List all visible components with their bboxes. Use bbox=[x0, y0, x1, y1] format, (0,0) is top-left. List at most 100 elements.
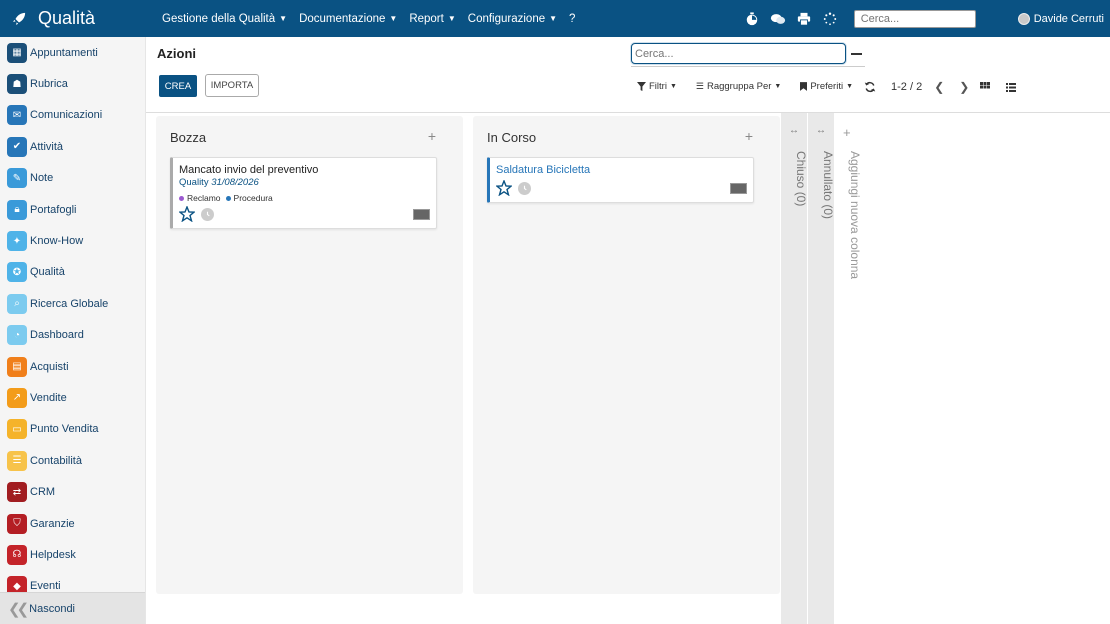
sidebar-item-comunicazioni[interactable]: ✉ Comunicazioni bbox=[0, 100, 145, 131]
contacts-icon: ☗ bbox=[7, 74, 27, 95]
sidebar-item-qualit[interactable]: ✪ Qualità bbox=[0, 257, 145, 288]
chart-icon: ↗ bbox=[7, 387, 27, 408]
caret-down-icon: ▼ bbox=[279, 14, 288, 23]
dashboard-icon: ◔ bbox=[7, 325, 27, 346]
folded-column-annullato[interactable]: ↔ Annullato (0) bbox=[808, 113, 835, 624]
sidebar-item-ricerca-globale[interactable]: ⌕ Ricerca Globale bbox=[0, 288, 145, 319]
import-button[interactable]: IMPORTA bbox=[205, 74, 259, 97]
sidebar-item-label: Note bbox=[30, 172, 54, 185]
breadcrumb: Azioni bbox=[157, 46, 196, 61]
kanban-column-bozza: Bozza + Mancato invio del preventivo Qua… bbox=[156, 116, 463, 594]
plus-icon[interactable]: + bbox=[843, 125, 851, 140]
menu-gestione-qualita[interactable]: Gestione della Qualità ▼ bbox=[162, 13, 287, 25]
printer-icon[interactable] bbox=[796, 11, 812, 27]
rocket-icon bbox=[12, 12, 26, 25]
sidebar-item-portafogli[interactable]: 🔒︎ Portafogli bbox=[0, 194, 145, 225]
sidebar-item-label: Garanzie bbox=[30, 517, 75, 530]
pager-value[interactable]: 1-2 / 2 bbox=[891, 81, 922, 93]
star-icon[interactable] bbox=[496, 180, 512, 196]
handshake-icon: ⇄ bbox=[7, 482, 27, 503]
shield-icon: ⛉ bbox=[7, 513, 27, 534]
control-panel: Azioni CREA IMPORTA Filtri ▼ ☰ Raggruppa… bbox=[146, 37, 1110, 113]
headset-icon: ☊ bbox=[7, 544, 27, 565]
search-collapse-icon[interactable] bbox=[851, 53, 862, 55]
filters-dropdown[interactable]: Filtri ▼ bbox=[637, 81, 677, 92]
search-input[interactable] bbox=[631, 43, 846, 64]
sidebar-item-garanzie[interactable]: ⛉ Garanzie bbox=[0, 508, 145, 539]
brand[interactable]: Qualità bbox=[0, 8, 150, 29]
sidebar-item-know-how[interactable]: ✦ Know-How bbox=[0, 225, 145, 256]
tag: Reclamo bbox=[179, 193, 221, 203]
list-icon: ☰ bbox=[695, 81, 704, 91]
kanban-card[interactable]: Mancato invio del preventivo Quality 31/… bbox=[170, 157, 437, 229]
add-column[interactable]: + Aggiungi nuova colonna bbox=[835, 113, 1110, 624]
expand-icon[interactable]: ↔ bbox=[816, 125, 826, 136]
clock-icon[interactable] bbox=[201, 207, 214, 221]
user-menu[interactable]: Davide Cerruti bbox=[1017, 12, 1104, 25]
expand-icon[interactable]: ↔ bbox=[789, 125, 799, 136]
sidebar-item-note[interactable]: ✎ Note bbox=[0, 163, 145, 194]
tag: Procedura bbox=[225, 193, 273, 203]
column-title: Bozza bbox=[170, 130, 207, 145]
menu-configurazione[interactable]: Configurazione ▼ bbox=[468, 13, 557, 25]
kanban-card[interactable]: Saldatura Bicicletta bbox=[487, 157, 754, 203]
chevron-left-icon[interactable]: ❮ bbox=[934, 80, 944, 94]
spinner-icon bbox=[822, 11, 838, 27]
chevron-right-icon[interactable]: ❯ bbox=[959, 80, 969, 94]
bookmark-icon bbox=[800, 82, 808, 91]
menu-help[interactable]: ? bbox=[569, 13, 575, 25]
kanban-board: Bozza + Mancato invio del preventivo Qua… bbox=[146, 113, 1110, 624]
sidebar-item-punto-vendita[interactable]: ▭ Punto Vendita bbox=[0, 414, 145, 445]
timer-icon[interactable] bbox=[744, 11, 760, 27]
sidebar-item-attivit[interactable]: ✔ Attività bbox=[0, 131, 145, 162]
sidebar-item-helpdesk[interactable]: ☊ Helpdesk bbox=[0, 539, 145, 570]
sidebar-collapse-button[interactable]: ❮❮ Nascondi bbox=[0, 592, 145, 624]
kanban-view-icon[interactable] bbox=[979, 81, 991, 93]
card-subtitle: Quality 31/08/2026 bbox=[173, 176, 436, 188]
menu-report[interactable]: Report ▼ bbox=[409, 13, 455, 25]
sidebar-item-label: CRM bbox=[30, 486, 56, 499]
tag-dot bbox=[179, 195, 184, 201]
clock-icon[interactable] bbox=[518, 181, 531, 195]
note-icon: ✎ bbox=[7, 168, 27, 189]
sidebar-item-dashboard[interactable]: ◔ Dashboard bbox=[0, 320, 145, 351]
folded-column-chiuso[interactable]: ↔ Chiuso (0) bbox=[781, 113, 808, 624]
view-switcher bbox=[979, 81, 1031, 93]
top-navbar: Qualità Gestione della Qualità ▼ Document… bbox=[0, 0, 1110, 37]
star-icon[interactable] bbox=[179, 206, 195, 222]
menu-label: Configurazione bbox=[467, 12, 546, 25]
search-underline bbox=[631, 66, 865, 67]
list-view-icon[interactable] bbox=[1005, 81, 1017, 93]
filters-label: Filtri bbox=[649, 81, 667, 92]
chat-icon[interactable] bbox=[770, 11, 786, 27]
group-by-dropdown[interactable]: ☰ Raggruppa Per ▼ bbox=[696, 81, 781, 92]
card-title: Saldatura Bicicletta bbox=[496, 164, 591, 176]
search-icon: ⌕ bbox=[7, 293, 27, 314]
global-search-input[interactable] bbox=[853, 9, 976, 28]
column-title: In Corso bbox=[487, 130, 537, 145]
sidebar-item-label: Portafogli bbox=[30, 203, 77, 216]
sidebar-item-appuntamenti[interactable]: ▦ Appuntamenti bbox=[0, 37, 145, 68]
sidebar-item-rubrica[interactable]: ☗ Rubrica bbox=[0, 68, 145, 99]
favorites-dropdown[interactable]: Preferiti ▼ bbox=[800, 81, 853, 92]
sidebar-item-contabilit[interactable]: ☰ Contabilità bbox=[0, 445, 145, 476]
double-chevron-left-icon: ❮❮ bbox=[8, 600, 29, 618]
sidebar-item-crm[interactable]: ⇄ CRM bbox=[0, 476, 145, 507]
create-button[interactable]: CREA bbox=[159, 75, 197, 97]
filter-icon bbox=[637, 82, 646, 91]
lock-icon: 🔒︎ bbox=[7, 199, 27, 220]
sidebar-item-label: Dashboard bbox=[30, 329, 84, 342]
menu-documentazione[interactable]: Documentazione ▼ bbox=[299, 13, 397, 25]
plus-icon[interactable]: + bbox=[428, 128, 436, 144]
sidebar-item-vendite[interactable]: ↗ Vendite bbox=[0, 382, 145, 413]
caret-down-icon: ▼ bbox=[774, 83, 782, 90]
card-footer bbox=[490, 176, 753, 202]
user-name: Davide Cerruti bbox=[1033, 12, 1104, 25]
sidebar-item-label: Attività bbox=[30, 140, 64, 153]
check-icon: ✔ bbox=[7, 136, 27, 157]
search-options: Filtri ▼ ☰ Raggruppa Per ▼ Preferiti ▼ bbox=[637, 81, 872, 92]
plus-icon[interactable]: + bbox=[745, 128, 753, 144]
reload-icon[interactable] bbox=[864, 81, 876, 93]
card-subtitle-label: Quality bbox=[179, 177, 209, 188]
sidebar-item-acquisti[interactable]: ▤ Acquisti bbox=[0, 351, 145, 382]
